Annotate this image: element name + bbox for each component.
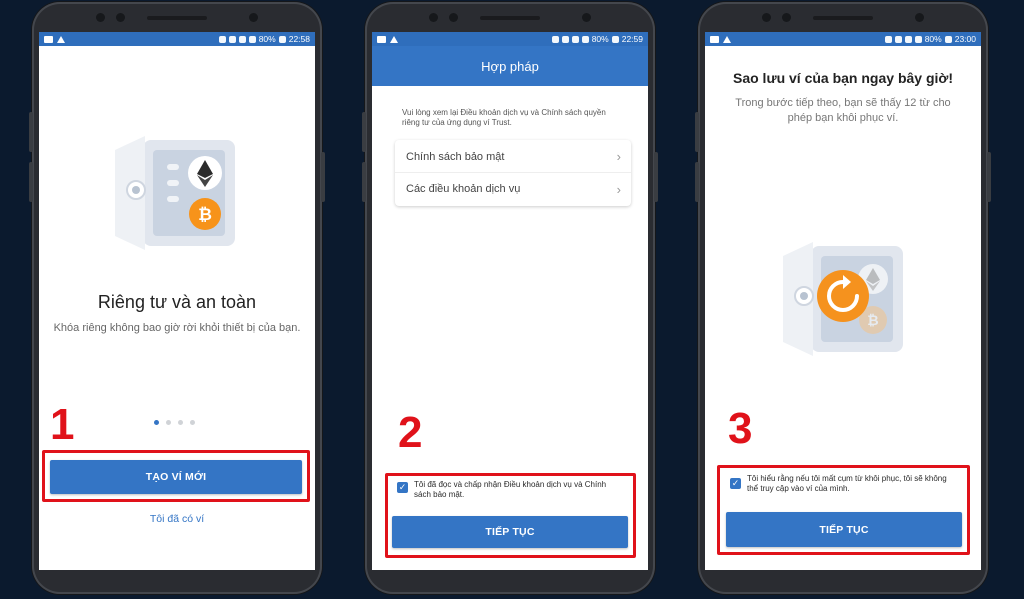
svg-text:₿: ₿: [198, 205, 212, 224]
pager-dot: [166, 420, 171, 425]
highlight-box-backup: [717, 465, 970, 555]
warning-icon: [390, 35, 398, 43]
page-title: Sao lưu ví của bạn ngay bây giờ!: [732, 70, 954, 86]
battery-level: 80%: [258, 34, 276, 44]
folder-icon: [377, 35, 386, 43]
page-title: Riêng tư và an toàn: [97, 292, 257, 312]
safe-illustration-icon: ₿: [115, 136, 235, 250]
battery-icon: [278, 35, 286, 43]
pager-dot: [190, 420, 195, 425]
page-subtitle: Trong bước tiếp theo, bạn sẽ thấy 12 từ …: [735, 97, 951, 124]
wifi-icon: [238, 35, 246, 43]
header-title: Hợp pháp: [481, 58, 539, 74]
status-bar: 80% 22:59: [372, 32, 648, 46]
highlight-box-accept: [385, 473, 636, 558]
legal-intro: Vui lòng xem lại Điều khoản dịch vụ và C…: [402, 108, 606, 127]
mute-icon: [218, 35, 226, 43]
signal-icon: [914, 35, 922, 43]
warning-icon: [57, 35, 65, 43]
list-item-privacy-policy[interactable]: Chính sách bảo mật ›: [395, 141, 631, 173]
battery-level: 80%: [591, 34, 609, 44]
have-wallet-link[interactable]: Tôi đã có ví: [39, 513, 315, 525]
pager-dot: [178, 420, 183, 425]
pager-dot-active: [154, 420, 159, 425]
status-bar: 80% 23:00: [705, 32, 981, 46]
phone-frame-1: 80% 22:58 ₿ Riêng tư và an toàn Khóa riên…: [29, 2, 325, 594]
warning-icon: [723, 35, 731, 43]
restore-icon: [817, 270, 869, 322]
alarm-icon: [228, 35, 236, 43]
pager-dots: [154, 420, 195, 425]
page-subtitle: Khóa riêng không bao giờ rời khỏi thiết …: [53, 322, 301, 334]
alarm-icon: [894, 35, 902, 43]
highlight-box-create: [42, 450, 310, 502]
mute-icon: [551, 35, 559, 43]
clock: 22:58: [288, 34, 310, 44]
battery-icon: [611, 35, 619, 43]
clock: 22:59: [621, 34, 643, 44]
status-bar: 80% 22:58: [39, 32, 315, 46]
list-item-label: Chính sách bảo mật: [406, 150, 505, 163]
alarm-icon: [561, 35, 569, 43]
wifi-icon: [904, 35, 912, 43]
safe-illustration-icon: ₿: [783, 242, 903, 356]
chevron-right-icon: ›: [616, 149, 621, 164]
battery-level: 80%: [924, 34, 942, 44]
svg-text:₿: ₿: [867, 312, 878, 328]
signal-icon: [248, 35, 256, 43]
signal-icon: [581, 35, 589, 43]
battery-icon: [944, 35, 952, 43]
wifi-icon: [571, 35, 579, 43]
folder-icon: [44, 35, 53, 43]
clock: 23:00: [954, 34, 976, 44]
folder-icon: [710, 35, 719, 43]
list-item-label: Các điều khoản dịch vụ: [406, 183, 521, 195]
step-number-2: 2: [398, 408, 423, 457]
legal-list: Chính sách bảo mật › Các điều khoản dịch…: [395, 140, 631, 206]
step-number-1: 1: [50, 400, 75, 449]
step-number-3: 3: [728, 404, 753, 453]
list-item-terms-of-service[interactable]: Các điều khoản dịch vụ ›: [395, 173, 631, 205]
mute-icon: [884, 35, 892, 43]
chevron-right-icon: ›: [616, 181, 621, 197]
app-bar: Hợp pháp: [372, 46, 648, 86]
bitcoin-icon: ₿: [189, 198, 221, 230]
